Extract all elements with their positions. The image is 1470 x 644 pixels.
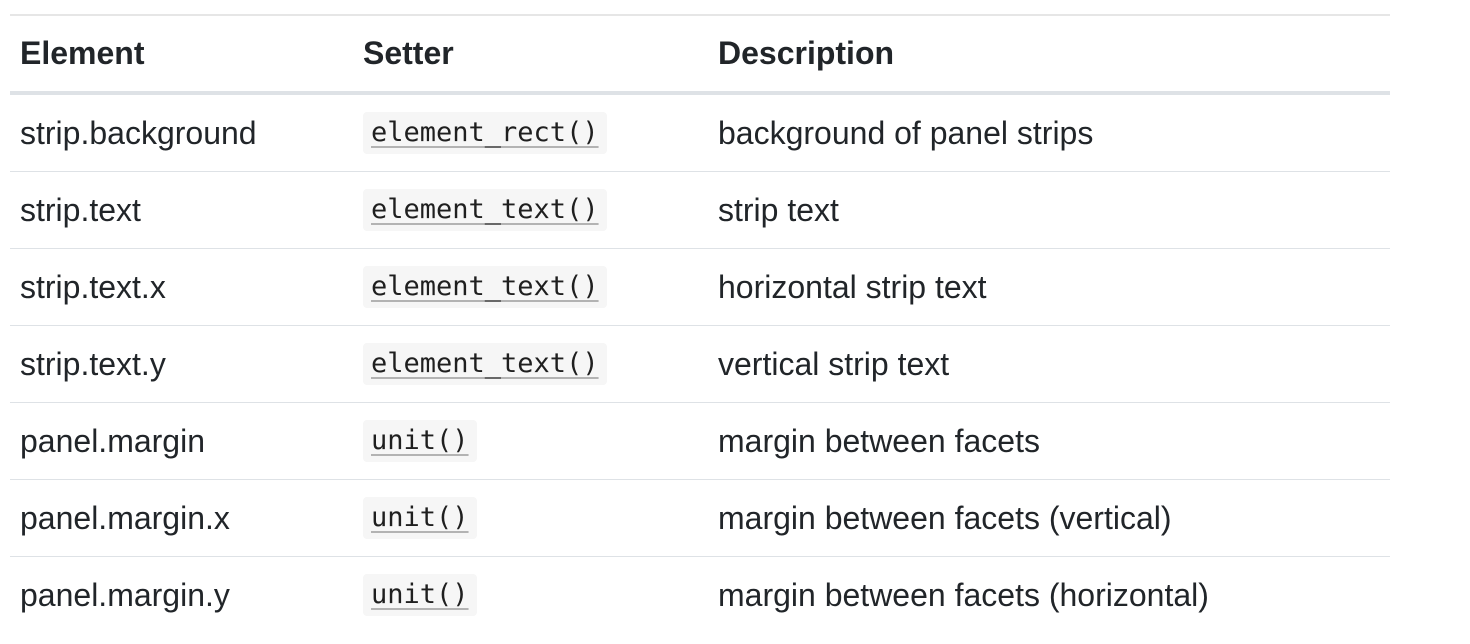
setter-cell: element_text() <box>353 171 708 249</box>
setter-code-text[interactable]: unit() <box>371 502 469 533</box>
setter-code-text[interactable]: element_text() <box>371 271 599 302</box>
table-row: panel.margin.x unit() margin between fac… <box>10 479 1390 557</box>
element-cell: panel.margin.y <box>20 576 230 613</box>
setter-code-link[interactable]: unit() <box>363 420 477 462</box>
setter-cell: element_rect() <box>353 93 708 172</box>
setter-code-link[interactable]: element_rect() <box>363 112 607 154</box>
theme-elements-table: Element Setter Description strip.backgro… <box>10 14 1390 633</box>
table-body: strip.background element_rect() backgrou… <box>10 93 1390 633</box>
setter-code-link[interactable]: element_text() <box>363 266 607 308</box>
description-cell: strip text <box>708 171 1390 249</box>
table-row: strip.text element_text() strip text <box>10 171 1390 249</box>
table-header: Element Setter Description <box>10 15 1390 95</box>
description-cell: vertical strip text <box>708 325 1390 403</box>
setter-cell: element_text() <box>353 248 708 326</box>
setter-code-text[interactable]: unit() <box>371 425 469 456</box>
setter-code-text[interactable]: element_text() <box>371 194 599 225</box>
setter-cell: unit() <box>353 479 708 557</box>
setter-code-text[interactable]: element_text() <box>371 348 599 379</box>
table-row: panel.margin unit() margin between facet… <box>10 402 1390 480</box>
header-setter: Setter <box>353 15 708 95</box>
setter-code-link[interactable]: element_text() <box>363 343 607 385</box>
setter-code-link[interactable]: unit() <box>363 574 477 616</box>
element-cell: strip.text.x <box>10 248 353 326</box>
setter-cell: unit() <box>353 557 708 634</box>
element-cell: panel.margin.x <box>10 479 353 557</box>
setter-code-link[interactable]: element_text() <box>363 189 607 231</box>
description-cell: margin between facets (vertical) <box>708 479 1390 557</box>
table-row: strip.text.y element_text() vertical str… <box>10 325 1390 403</box>
table-row: panel.margin.y unit() margin between fac… <box>10 557 1390 634</box>
table-row: strip.text.x element_text() horizontal s… <box>10 248 1390 326</box>
header-description: Description <box>708 15 1390 95</box>
element-cell: panel.margin <box>10 402 353 480</box>
description-cell: background of panel strips <box>708 93 1390 172</box>
setter-code-link[interactable]: unit() <box>363 497 477 539</box>
header-row: Element Setter Description <box>10 15 1390 95</box>
element-cell: strip.text.y <box>10 325 353 403</box>
setter-cell: unit() <box>353 402 708 480</box>
header-element: Element <box>10 15 353 95</box>
description-cell: margin between facets (horizontal) <box>718 576 1209 613</box>
description-cell: margin between facets <box>708 402 1390 480</box>
setter-code-text[interactable]: unit() <box>371 579 469 610</box>
description-cell: horizontal strip text <box>708 248 1390 326</box>
setter-code-text[interactable]: element_rect() <box>371 117 599 148</box>
element-cell: strip.background <box>10 93 353 172</box>
table-row: strip.background element_rect() backgrou… <box>10 93 1390 172</box>
setter-cell: element_text() <box>353 325 708 403</box>
element-cell: strip.text <box>10 171 353 249</box>
